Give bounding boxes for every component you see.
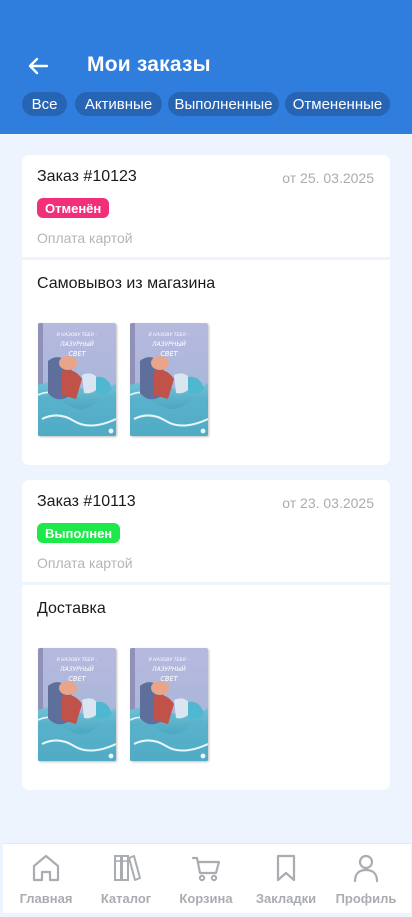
svg-text:СВЕТ: СВЕТ	[160, 675, 178, 683]
book-cover-art: Я НАЗОВУ ТЕБЯ – ЛАЗУРНЫЙ СВЕТ	[38, 323, 116, 436]
card-divider	[22, 582, 390, 585]
order-number: Заказ #10113	[37, 493, 136, 510]
svg-text:Я НАЗОВУ ТЕБЯ –: Я НАЗОВУ ТЕБЯ –	[55, 332, 98, 338]
nav-bookmarks[interactable]: Закладки	[246, 844, 326, 914]
svg-text:Я НАЗОВУ ТЕБЯ –: Я НАЗОВУ ТЕБЯ –	[147, 657, 190, 663]
catalog-icon	[114, 855, 141, 881]
nav-label: Закладки	[255, 891, 317, 906]
nav-label: Профиль	[335, 891, 397, 906]
cart-icon	[191, 856, 221, 882]
back-button[interactable]	[24, 52, 52, 80]
svg-text:Я НАЗОВУ ТЕБЯ –: Я НАЗОВУ ТЕБЯ –	[147, 332, 190, 338]
book-cover[interactable]: Я НАЗОВУ ТЕБЯ – ЛАЗУРНЫЙ СВЕТ	[38, 648, 116, 761]
svg-text:ЛАЗУРНЫЙ: ЛАЗУРНЫЙ	[151, 341, 186, 348]
order-card[interactable]: Заказ #10123 от 25. 03.2025 Отменён Опла…	[22, 155, 390, 465]
order-card[interactable]: Заказ #10113 от 23. 03.2025 Выполнен Опл…	[22, 480, 390, 790]
svg-text:Я НАЗОВУ ТЕБЯ –: Я НАЗОВУ ТЕБЯ –	[55, 657, 98, 663]
book-cover[interactable]: Я НАЗОВУ ТЕБЯ – ЛАЗУРНЫЙ СВЕТ	[130, 648, 208, 761]
tab-all[interactable]: Все	[22, 92, 67, 116]
app-header: Мои заказы Все Активные Выполненные Отме…	[0, 0, 412, 134]
book-cover-art: Я НАЗОВУ ТЕБЯ – ЛАЗУРНЫЙ СВЕТ	[130, 648, 208, 761]
book-cover-art: Я НАЗОВУ ТЕБЯ – ЛАЗУРНЫЙ СВЕТ	[38, 648, 116, 761]
arrow-left-icon	[28, 57, 49, 75]
profile-icon	[353, 854, 379, 883]
svg-text:СВЕТ: СВЕТ	[160, 350, 178, 358]
payment-method: Оплата картой	[37, 230, 133, 246]
delivery-method: Самовывоз из магазина	[37, 275, 216, 292]
bookmark-icon	[276, 854, 296, 882]
bottom-navigation: Главная Каталог Корзина Закладки Профиль	[3, 843, 411, 913]
nav-label: Каталог	[100, 891, 152, 906]
order-summary: Заказ #10123 от 25. 03.2025 Отменён Опла…	[22, 155, 390, 257]
svg-text:СВЕТ: СВЕТ	[68, 350, 86, 358]
book-cover[interactable]: Я НАЗОВУ ТЕБЯ – ЛАЗУРНЫЙ СВЕТ	[38, 323, 116, 436]
nav-label: Корзина	[179, 891, 233, 906]
order-date: от 25. 03.2025	[282, 170, 374, 186]
payment-method: Оплата картой	[37, 555, 133, 571]
order-filter-tabs: Все Активные Выполненные Отмененные	[0, 92, 412, 116]
card-divider	[22, 257, 390, 260]
nav-cart[interactable]: Корзина	[166, 844, 246, 914]
svg-text:ЛАЗУРНЫЙ: ЛАЗУРНЫЙ	[59, 666, 94, 673]
nav-profile[interactable]: Профиль	[326, 844, 406, 914]
tab-cancelled[interactable]: Отмененные	[285, 92, 390, 116]
book-cover[interactable]: Я НАЗОВУ ТЕБЯ – ЛАЗУРНЫЙ СВЕТ	[130, 323, 208, 436]
order-number: Заказ #10123	[37, 168, 137, 185]
book-cover-art: Я НАЗОВУ ТЕБЯ – ЛАЗУРНЫЙ СВЕТ	[130, 323, 208, 436]
nav-catalog[interactable]: Каталог	[86, 844, 166, 914]
page-title: Мои заказы	[87, 53, 211, 76]
order-date: от 23. 03.2025	[282, 495, 374, 511]
order-summary: Заказ #10113 от 23. 03.2025 Выполнен Опл…	[22, 480, 390, 582]
tab-completed[interactable]: Выполненные	[168, 92, 279, 116]
status-badge: Отменён	[37, 198, 110, 218]
nav-home[interactable]: Главная	[6, 844, 86, 914]
delivery-method: Доставка	[37, 600, 106, 617]
tab-active[interactable]: Активные	[75, 92, 162, 116]
home-icon	[32, 854, 60, 882]
nav-label: Главная	[19, 891, 73, 906]
svg-text:ЛАЗУРНЫЙ: ЛАЗУРНЫЙ	[59, 341, 94, 348]
svg-text:СВЕТ: СВЕТ	[68, 675, 86, 683]
svg-text:ЛАЗУРНЫЙ: ЛАЗУРНЫЙ	[151, 666, 186, 673]
status-badge: Выполнен	[37, 523, 121, 543]
